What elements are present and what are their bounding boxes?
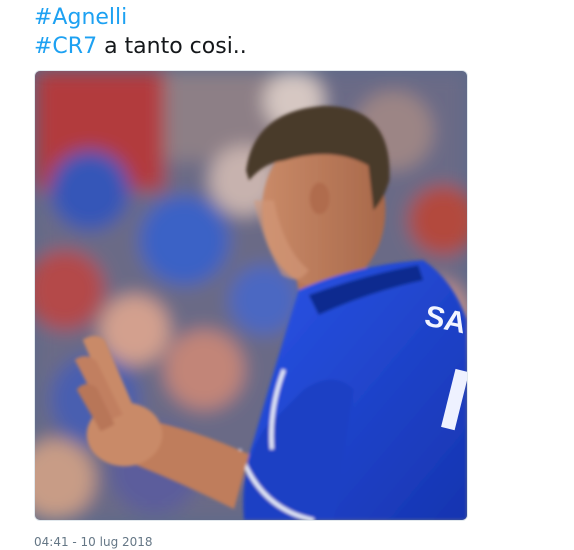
tweet-line-1: #Agnelli: [34, 3, 247, 32]
tweet-text: #Agnelli #CR7 a tanto cosi..: [34, 3, 247, 61]
hashtag-agnelli-link[interactable]: #Agnelli: [34, 5, 127, 30]
photo-image: SA: [35, 71, 467, 520]
tweet-timestamp[interactable]: 04:41 - 10 lug 2018: [34, 535, 153, 549]
hashtag-cr7-link[interactable]: #CR7: [34, 34, 97, 59]
tweet-line-2: #CR7 a tanto cosi..: [34, 32, 247, 61]
tweet-body-text: a tanto cosi..: [97, 34, 247, 59]
tweet-photo[interactable]: SA: [34, 70, 468, 521]
